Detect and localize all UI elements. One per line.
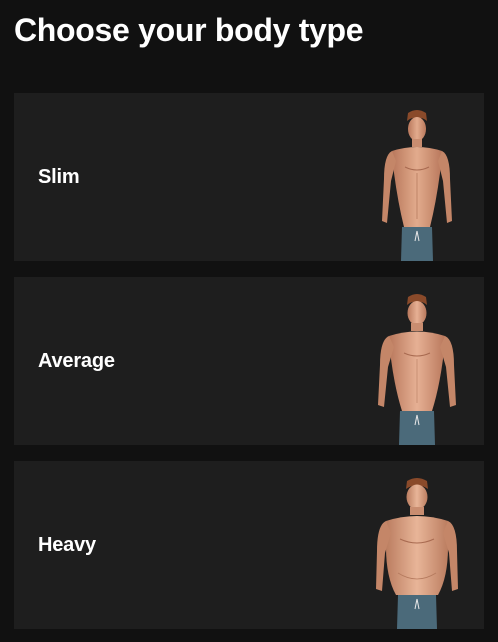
average-body-figure [378, 294, 456, 445]
option-label: Slim [38, 166, 80, 188]
heavy-body-figure [376, 478, 458, 629]
body-type-option-average[interactable]: Average [14, 277, 484, 445]
option-label: Average [38, 350, 115, 372]
option-label: Heavy [38, 534, 96, 556]
body-type-option-heavy[interactable]: Heavy [14, 461, 484, 629]
body-type-option-slim[interactable]: Slim [14, 93, 484, 261]
page-title: Choose your body type [14, 12, 364, 48]
slim-body-figure [382, 110, 452, 261]
